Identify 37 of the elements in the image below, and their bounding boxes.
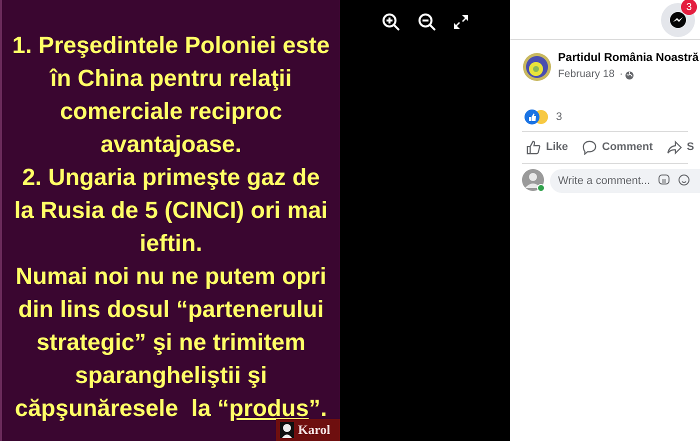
signature-text: Karol [298,421,330,440]
zoom-out-icon[interactable] [418,13,436,31]
share-button[interactable]: S [666,139,694,156]
globe-icon [625,70,634,80]
fullscreen-icon[interactable] [454,15,468,29]
reaction-count[interactable]: 3 [556,108,562,126]
sticker-icon[interactable] [658,174,670,186]
image-text-line: Numai noi nu ne putem opri [16,262,326,291]
image-text-line: din lins dosul “partenerului [18,295,324,324]
reaction-icons[interactable] [524,109,550,125]
image-text-line: căpşunăresele la “produs”. [14,394,328,423]
figure-icon [280,422,294,438]
separator-dot: · [618,67,624,82]
image-text-line: 1. Preşedintele Poloniei este [12,31,330,60]
image-text-line: la Rusia de 5 (CINCI) ori mai [14,196,328,225]
messenger-icon [669,11,687,29]
notification-badge: 3 [681,0,697,15]
image-text-line: comerciale reciproc [60,97,282,126]
like-button[interactable]: Like [526,139,568,156]
comment-button[interactable]: Comment [582,139,653,156]
comment-field[interactable]: Write a comment... [550,169,700,193]
speech-bubble-icon [582,140,598,155]
thumbs-up-icon [526,140,541,155]
share-arrow-icon [666,140,682,155]
messenger-button[interactable]: 3 [661,3,695,37]
image-text-line: ieftin. [140,229,202,258]
emoji-icon[interactable] [678,174,690,186]
page-name[interactable]: Partidul România Noastră [558,50,699,68]
user-avatar [522,169,544,191]
image-text-line: 2. Ungaria primeşte gaz de [22,163,320,192]
image-text-line: avantajoase. [100,130,242,159]
image-text-line: strategic” şi ne trimitem [36,328,306,357]
image-text-line: sparangheliştii şi [75,361,267,390]
page-logo [522,52,552,82]
post-date[interactable]: February 18 [558,67,615,83]
image-text-line: în China pentru relaţii [50,64,292,93]
zoom-in-icon[interactable] [382,13,400,31]
